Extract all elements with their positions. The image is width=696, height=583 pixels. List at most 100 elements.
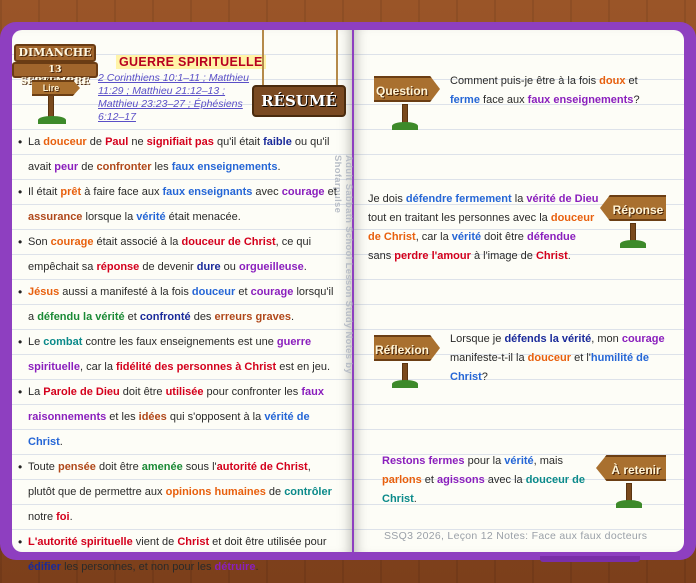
text-run: et <box>421 474 438 486</box>
text-run: . <box>303 261 307 273</box>
highlighted-term: confronté <box>139 311 191 323</box>
text-run: lorsque la <box>82 211 137 223</box>
highlighted-term: contrôler <box>284 486 332 498</box>
text-run: , car la <box>415 231 452 243</box>
highlighted-term: édifier <box>28 561 62 573</box>
highlighted-term: confronter <box>96 161 152 173</box>
highlighted-term: foi <box>56 511 70 523</box>
answer-text: Je dois défendre fermement la vérité de … <box>368 190 600 266</box>
highlighted-term: opinions humaines <box>165 486 266 498</box>
grass-decoration <box>392 122 418 130</box>
bullet-item: La Parole de Dieu doit être utilisée pou… <box>18 380 340 455</box>
highlighted-term: défendue <box>526 231 576 243</box>
reflection-sign: Réflexion <box>374 335 440 361</box>
text-run: et les <box>106 411 139 423</box>
bullet-item: L'autorité spirituelle vient de Christ e… <box>18 530 340 580</box>
text-run: pour la <box>464 455 505 467</box>
highlighted-term: Paul <box>105 136 129 148</box>
grass-decoration <box>620 240 646 248</box>
highlighted-term: courage <box>250 286 294 298</box>
highlighted-term: Jésus <box>28 286 60 298</box>
text-run: qu'il était <box>213 136 264 148</box>
highlighted-term: perdre l'amour <box>394 250 471 262</box>
answer-sign: Réponse <box>600 195 666 221</box>
text-run: . <box>277 161 281 173</box>
text-run: la <box>511 193 527 205</box>
bookmark-ribbon <box>540 556 640 562</box>
lesson-footer: SSQ3 2026, Leçon 12 Notes: Face aux faux… <box>384 530 648 542</box>
text-run: Lorsque je <box>450 333 505 345</box>
highlighted-term: courage <box>621 333 665 345</box>
highlighted-term: courage <box>50 236 94 248</box>
text-run: Le <box>28 336 44 348</box>
highlighted-term: prêt <box>60 186 82 198</box>
question-text: Comment puis-je être à la fois doux et f… <box>450 72 670 110</box>
highlighted-term: vérité <box>504 455 534 467</box>
highlighted-term: dure <box>196 261 221 273</box>
text-run: . <box>59 436 63 448</box>
highlighted-term: L'autorité spirituelle <box>28 536 133 548</box>
text-run: et doit être utilisée pour <box>209 536 327 548</box>
text-run: doit être <box>481 231 527 243</box>
highlighted-term: faible <box>263 136 292 148</box>
text-run: à faire face aux <box>81 186 163 198</box>
lesson-title: GUERRE SPIRITUELLE <box>116 55 266 69</box>
bullet-item: La douceur de Paul ne signifiait pas qu'… <box>18 130 340 180</box>
highlighted-term: vérité <box>451 231 482 243</box>
resume-sign: RÉSUMÉ <box>252 85 346 117</box>
grass-decoration <box>616 500 642 508</box>
text-run: contre les faux enseignements est une <box>82 336 277 348</box>
text-run: tout en traitant les personnes avec la <box>368 212 551 224</box>
bible-references[interactable]: 2 Corinthiens 10:1–11 ; Matthieu 11:29 ;… <box>98 72 258 124</box>
text-run: à l'image de <box>470 250 536 262</box>
highlighted-term: douceur <box>527 352 572 364</box>
highlighted-term: Christ <box>177 536 210 548</box>
highlighted-term: signifiait pas <box>146 136 214 148</box>
highlighted-term: assurance <box>28 211 83 223</box>
highlighted-term: faux enseignements <box>527 94 634 106</box>
bullet-item: Jésus aussi a manifesté à la fois douceu… <box>18 280 340 330</box>
highlighted-term: Restons fermes <box>382 455 465 467</box>
date-sign: 13 SEPTEMBRE <box>12 62 98 87</box>
text-run: La <box>28 386 44 398</box>
bullet-item: Le combat contre les faux enseignements … <box>18 330 340 380</box>
text-run: notre <box>28 511 57 523</box>
text-run: . <box>413 493 417 505</box>
highlighted-term: ferme <box>450 94 480 106</box>
spine-credit: Adult Sabbath School Lesson Study Notes … <box>332 155 354 374</box>
highlighted-term: amenée <box>141 461 183 473</box>
text-run: et l' <box>571 352 591 364</box>
summary-bullets: La douceur de Paul ne signifiait pas qu'… <box>18 130 340 580</box>
highlighted-term: défendre fermement <box>405 193 512 205</box>
text-run: vient de <box>132 536 178 548</box>
text-run: La <box>28 136 44 148</box>
highlighted-term: combat <box>43 336 83 348</box>
highlighted-term: orgueilleuse <box>238 261 304 273</box>
takeaway-sign: À retenir <box>596 455 666 481</box>
text-run: Comment puis-je être à la fois <box>450 75 600 87</box>
takeaway-text: Restons fermes pour la vérité, mais parl… <box>382 452 594 509</box>
text-run: . <box>255 561 259 573</box>
text-run: était menacée. <box>165 211 241 223</box>
highlighted-term: autorité de Christ <box>216 461 308 473</box>
text-run: manifeste-t-il la <box>450 352 528 364</box>
highlighted-term: détruire <box>214 561 256 573</box>
text-run: face aux <box>479 94 528 106</box>
text-run: sans <box>368 250 395 262</box>
text-run: , mon <box>591 333 622 345</box>
text-run: avec <box>252 186 282 198</box>
text-run: les personnes, et non pour les <box>61 561 215 573</box>
text-run: et <box>235 286 251 298</box>
text-run: . <box>567 250 571 262</box>
text-run: était associé à la <box>93 236 182 248</box>
highlighted-term: faux enseignements <box>171 161 278 173</box>
text-run: des <box>190 311 215 323</box>
text-run: de <box>78 161 97 173</box>
text-run: avec la <box>484 474 526 486</box>
highlighted-term: utilisée <box>165 386 204 398</box>
text-run: Son <box>28 236 51 248</box>
text-run: doit être <box>95 461 142 473</box>
question-sign: Question <box>374 76 440 102</box>
text-run: de <box>86 136 106 148</box>
highlighted-term: parlons <box>382 474 422 486</box>
